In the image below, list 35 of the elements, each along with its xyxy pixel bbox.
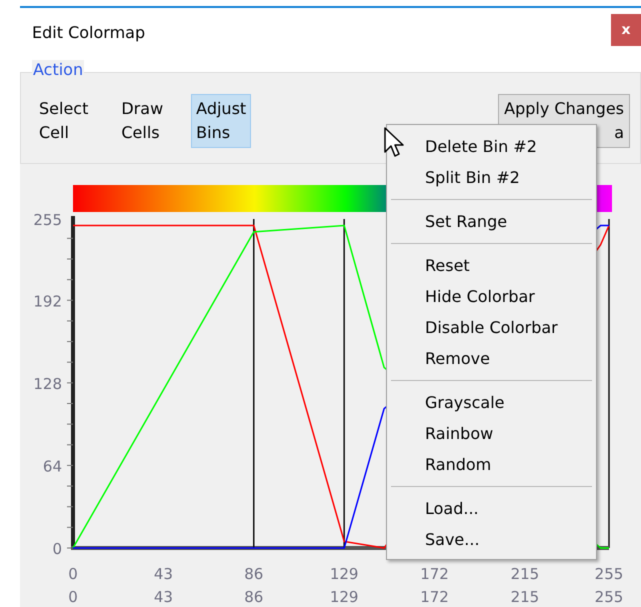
x-tick-label: 129 <box>330 588 358 606</box>
menu-item[interactable]: Rainbow <box>387 418 596 449</box>
menu-item[interactable]: Set Range <box>387 206 596 237</box>
menu-item[interactable]: Grayscale <box>387 387 596 418</box>
x-tick-label: 172 <box>420 565 449 583</box>
y-tick-label: 64 <box>42 457 62 476</box>
y-tick-label: 0 <box>52 540 62 558</box>
menu-item[interactable]: Load... <box>387 493 596 524</box>
x-tick-label: 0 <box>68 588 78 606</box>
x-tick-label: 255 <box>594 565 624 583</box>
close-button[interactable]: x <box>611 14 641 46</box>
tool-button[interactable]: Adjust Bins <box>191 94 252 148</box>
menu-item[interactable]: Disable Colorbar <box>387 312 596 343</box>
menu-item[interactable]: Reset <box>387 250 596 281</box>
x-tick-label: 86 <box>244 588 264 606</box>
x-tick-label: 172 <box>420 588 449 606</box>
tool-button[interactable]: Draw Cells <box>116 94 168 148</box>
y-tick-label: 192 <box>33 292 62 310</box>
x-tick-label: 129 <box>330 565 358 583</box>
tool-button[interactable]: Select Cell <box>34 94 94 148</box>
x-tick-label: 0 <box>68 565 78 583</box>
x-tick-label: 255 <box>594 588 624 606</box>
y-tick-label: 255 <box>33 211 62 229</box>
x-tick-label: 86 <box>244 565 264 583</box>
x-tick-label: 215 <box>510 565 540 583</box>
x-tick-label: 215 <box>510 588 540 606</box>
window-title: Edit Colormap <box>32 22 146 42</box>
x-tick-label: 43 <box>154 565 173 583</box>
menu-item[interactable]: Remove <box>387 343 596 374</box>
menu-item[interactable]: Split Bin #2 <box>387 162 596 193</box>
menu-item[interactable]: Save... <box>387 524 596 555</box>
menu-item[interactable]: Random <box>387 449 596 480</box>
menu-item[interactable]: Hide Colorbar <box>387 281 596 312</box>
x-tick-label: 43 <box>154 588 173 606</box>
y-tick-label: 128 <box>33 374 62 393</box>
